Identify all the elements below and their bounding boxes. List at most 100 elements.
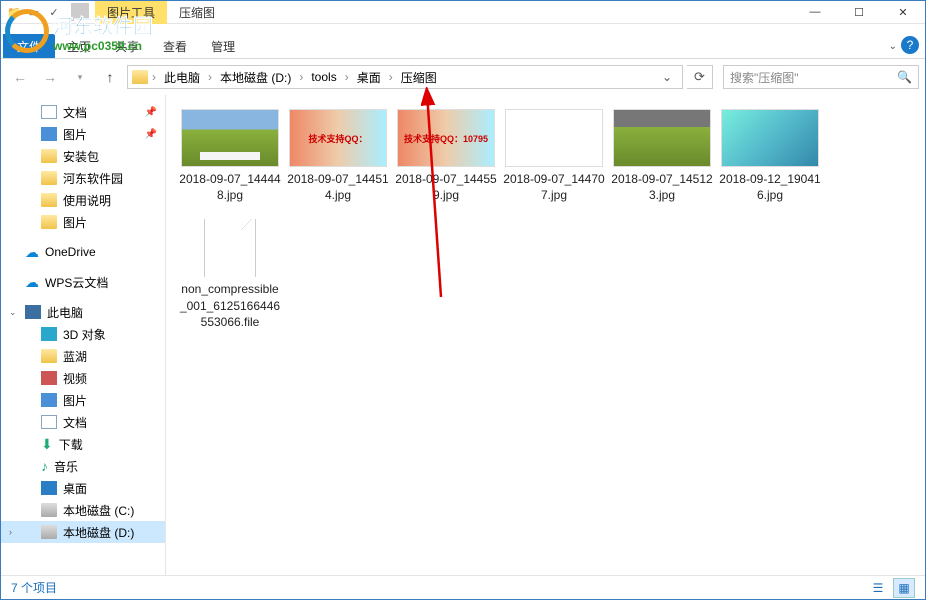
file-item[interactable]: 技术支持QQ：107952018-09-07_144559.jpg: [392, 109, 500, 203]
address-folder-icon: [132, 70, 148, 84]
file-list-pane[interactable]: 2018-09-07_144448.jpg技术支持QQ：2018-09-07_1…: [166, 95, 925, 577]
tree-item-label: 此电脑: [47, 304, 83, 321]
address-bar[interactable]: › 此电脑 › 本地磁盘 (D:) › tools › 桌面 › 压缩图 ⌄: [127, 65, 683, 89]
status-item-count: 7 个项目: [11, 579, 57, 596]
context-tab-picture-tools[interactable]: 图片工具: [95, 1, 167, 24]
cloud-icon: ☁: [25, 274, 39, 291]
tree-item[interactable]: 桌面: [1, 477, 165, 499]
ribbon-expand-icon[interactable]: ⌄: [889, 41, 897, 52]
pc-icon: [25, 305, 41, 319]
breadcrumb-pc[interactable]: 此电脑: [160, 69, 204, 86]
pin-icon: 📌: [145, 129, 157, 140]
maximize-button[interactable]: ☐: [837, 1, 881, 24]
tree-item-label: 音乐: [54, 458, 78, 475]
tree-item[interactable]: 视频: [1, 367, 165, 389]
search-placeholder: 搜索"压缩图": [730, 69, 799, 86]
view-details-button[interactable]: ☰: [867, 578, 889, 598]
tree-item[interactable]: ⬇下载: [1, 433, 165, 455]
chevron-down-icon[interactable]: ⌄: [9, 307, 17, 318]
tree-item[interactable]: 使用说明: [1, 189, 165, 211]
nav-up-button[interactable]: ↑: [97, 64, 123, 90]
ribbon-home-tab[interactable]: 主页: [55, 34, 103, 58]
chevron-right-icon[interactable]: ›: [387, 70, 395, 84]
tree-item-label: OneDrive: [45, 245, 96, 259]
cloud-icon: ☁: [25, 244, 39, 261]
title-bar: 📁 ▭ ✓ 图片工具 压缩图 ― ☐ ✕: [1, 1, 925, 24]
tree-item-label: 视频: [63, 370, 87, 387]
status-bar: 7 个项目 ☰ ▦: [1, 575, 925, 599]
navigation-bar: ← → ▾ ↑ › 此电脑 › 本地磁盘 (D:) › tools › 桌面 ›…: [1, 59, 925, 95]
close-button[interactable]: ✕: [881, 1, 925, 24]
tree-item[interactable]: 安装包: [1, 145, 165, 167]
tree-item[interactable]: 3D 对象: [1, 323, 165, 345]
ribbon-share-tab[interactable]: 共享: [103, 34, 151, 58]
view-thumbnails-button[interactable]: ▦: [893, 578, 915, 598]
tree-item[interactable]: 图片: [1, 211, 165, 233]
chevron-right-icon[interactable]: ›: [297, 70, 305, 84]
tree-item-label: 图片: [63, 126, 87, 143]
minimize-button[interactable]: ―: [793, 1, 837, 24]
nav-forward-button: →: [37, 64, 63, 90]
tree-onedrive[interactable]: ☁ OneDrive: [1, 241, 165, 263]
file-item[interactable]: 技术支持QQ：2018-09-07_144514.jpg: [284, 109, 392, 203]
tree-item-label: 本地磁盘 (C:): [63, 502, 134, 519]
tree-item-label: WPS云文档: [45, 274, 108, 291]
pin-icon: 📌: [145, 107, 157, 118]
tree-item-label: 图片: [63, 214, 87, 231]
file-item[interactable]: 2018-09-07_144448.jpg: [176, 109, 284, 203]
tree-item[interactable]: ›本地磁盘 (D:): [1, 521, 165, 543]
tree-item-label: 桌面: [63, 480, 87, 497]
tree-item[interactable]: ♪音乐: [1, 455, 165, 477]
ribbon-file-tab[interactable]: 文件: [3, 34, 55, 58]
refresh-button[interactable]: ⟳: [687, 65, 713, 89]
file-name: non_compressible_001_6125166446553066.fi…: [176, 281, 284, 330]
file-name: 2018-09-07_144707.jpg: [500, 171, 608, 203]
tree-item[interactable]: 蓝湖: [1, 345, 165, 367]
search-icon[interactable]: 🔍: [897, 70, 912, 84]
ribbon-view-tab[interactable]: 查看: [151, 34, 199, 58]
breadcrumb-tools[interactable]: tools: [307, 70, 340, 84]
qat-properties-icon[interactable]: ▭: [25, 3, 43, 21]
tree-item[interactable]: 文档: [1, 411, 165, 433]
tree-item[interactable]: 文档 📌: [1, 101, 165, 123]
ribbon-manage-tab[interactable]: 管理: [199, 34, 247, 58]
file-item[interactable]: 2018-09-12_190416.jpg: [716, 109, 824, 203]
tree-item-label: 河东软件园: [63, 170, 123, 187]
tree-item-label: 3D 对象: [63, 326, 106, 343]
search-input[interactable]: 搜索"压缩图" 🔍: [723, 65, 919, 89]
breadcrumb-current[interactable]: 压缩图: [397, 69, 441, 86]
file-name: 2018-09-07_144514.jpg: [284, 171, 392, 203]
tree-item-label: 安装包: [63, 148, 99, 165]
tree-item[interactable]: 河东软件园: [1, 167, 165, 189]
file-name: 2018-09-07_144448.jpg: [176, 171, 284, 203]
address-dropdown-icon[interactable]: ⌄: [656, 70, 678, 84]
tree-item-label: 蓝湖: [63, 348, 87, 365]
help-icon[interactable]: ?: [901, 36, 919, 54]
breadcrumb-drive[interactable]: 本地磁盘 (D:): [216, 69, 295, 86]
file-item[interactable]: 2018-09-07_145123.jpg: [608, 109, 716, 203]
file-name: 2018-09-07_144559.jpg: [392, 171, 500, 203]
file-item[interactable]: 2018-09-07_144707.jpg: [500, 109, 608, 203]
chevron-right-icon[interactable]: ›: [9, 527, 12, 537]
nav-history-dropdown[interactable]: ▾: [67, 64, 93, 90]
tree-item-label: 下载: [59, 436, 83, 453]
tree-item-label: 文档: [63, 104, 87, 121]
ribbon: 文件 主页 共享 查看 管理 ⌄ ?: [1, 24, 925, 59]
tree-item-label: 文档: [63, 414, 87, 431]
file-item[interactable]: non_compressible_001_6125166446553066.fi…: [176, 219, 284, 330]
chevron-right-icon[interactable]: ›: [206, 70, 214, 84]
chevron-right-icon[interactable]: ›: [343, 70, 351, 84]
navigation-tree[interactable]: 文档📌图片📌安装包河东软件园使用说明图片☁OneDrive☁WPS云文档⌄此电脑…: [1, 95, 166, 577]
tree-thispc[interactable]: ⌄ 此电脑: [1, 301, 165, 323]
file-name: 2018-09-07_145123.jpg: [608, 171, 716, 203]
tree-item[interactable]: 本地磁盘 (C:): [1, 499, 165, 521]
breadcrumb-desktop[interactable]: 桌面: [353, 69, 385, 86]
tree-wps[interactable]: ☁ WPS云文档: [1, 271, 165, 293]
tree-item[interactable]: 图片 📌: [1, 123, 165, 145]
file-name: 2018-09-12_190416.jpg: [716, 171, 824, 203]
folder-icon[interactable]: 📁: [5, 3, 23, 21]
tree-item[interactable]: 图片: [1, 389, 165, 411]
qat-new-icon[interactable]: ✓: [45, 3, 63, 21]
nav-back-button[interactable]: ←: [7, 64, 33, 90]
chevron-right-icon[interactable]: ›: [150, 70, 158, 84]
